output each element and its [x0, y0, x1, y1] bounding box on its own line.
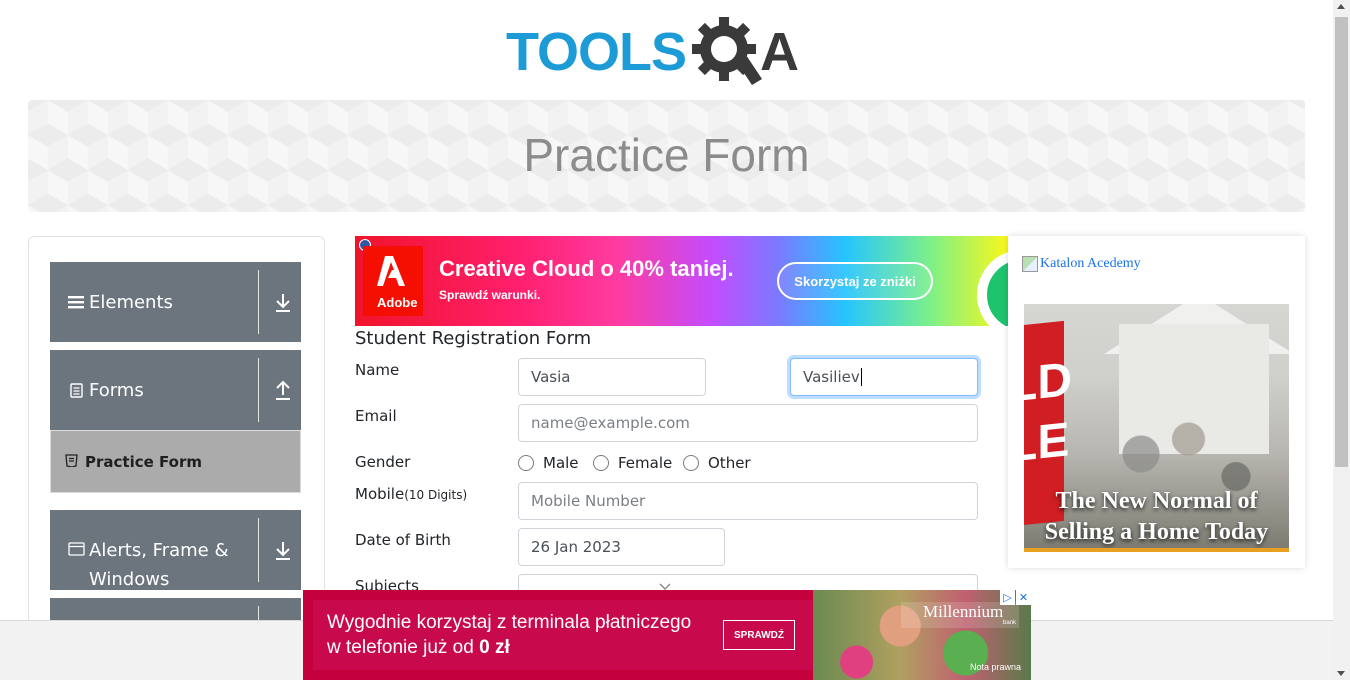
last-name-input[interactable]: Vasiliev — [790, 358, 978, 396]
legal-note-link[interactable]: Nota prawna — [970, 662, 1021, 672]
left-sidebar: Elements Forms Practice Form Alerts, Fra… — [28, 236, 325, 636]
text-caret — [860, 368, 862, 386]
radio-circle[interactable] — [518, 455, 534, 471]
ad-ring-graphic — [977, 250, 1008, 326]
radio-label: Other — [708, 454, 751, 472]
logo-text-tools: TOOLS — [506, 22, 687, 82]
mobile-hint: (10 Digits) — [404, 488, 468, 502]
page-scrollbar[interactable] — [1333, 0, 1350, 680]
dob-input[interactable]: 26 Jan 2023 — [518, 528, 725, 566]
first-name-input[interactable]: Vasia — [518, 358, 706, 396]
name-label: Name — [355, 361, 400, 379]
window-icon — [67, 542, 85, 556]
logo-text-a: A — [760, 22, 800, 82]
adobe-label: Adobe — [377, 295, 418, 310]
scroll-thumb[interactable] — [1335, 17, 1348, 467]
toolsqa-logo[interactable]: TOOLS A — [506, 14, 799, 90]
photo-strip — [1024, 548, 1289, 552]
divider — [258, 518, 259, 582]
radio-label: Male — [543, 454, 579, 472]
hamburger-icon — [67, 295, 85, 309]
adchoices-icon[interactable]: ▷ — [1000, 590, 1015, 605]
gender-label: Gender — [355, 453, 411, 471]
millennium-ad[interactable]: Wygodnie korzystaj z terminala płatnicze… — [303, 590, 1031, 680]
form-title: Student Registration Form — [355, 328, 592, 349]
document-icon — [67, 382, 85, 398]
caption-line-2: Selling a Home Today — [1044, 519, 1269, 545]
email-label: Email — [355, 407, 397, 425]
download-arrow-icon[interactable] — [274, 540, 292, 562]
mobile-label: Mobile(10 Digits) — [355, 485, 467, 503]
ad-text-line-1: Wygodnie korzystaj z terminala płatnicze… — [327, 612, 692, 633]
sidebar-group-alerts[interactable]: Alerts, Frame & Windows — [50, 510, 301, 590]
scroll-up-arrow-icon[interactable] — [1337, 4, 1345, 9]
mobile-input[interactable]: Mobile Number — [518, 482, 978, 520]
katalon-ad[interactable]: Katalon Acedemy LD LE The New Normal of S… — [1008, 236, 1305, 568]
radio-label: Female — [618, 454, 673, 472]
divider — [258, 270, 259, 334]
page-banner: Practice Form — [28, 100, 1305, 212]
sidebar-item-label: Practice Form — [85, 452, 202, 471]
ad-title: Creative Cloud o 40% taniej. — [439, 256, 734, 281]
last-name-value: Vasiliev — [803, 368, 860, 386]
ad-photo[interactable]: LD LE The New Normal of Selling a Home To… — [1024, 304, 1289, 552]
dob-label: Date of Birth — [355, 531, 451, 549]
sidebar-item-practice-form[interactable]: Practice Form — [50, 430, 301, 493]
close-icon[interactable]: ✕ — [1016, 590, 1031, 605]
adobe-logo: Adobe — [363, 246, 423, 316]
download-arrow-icon[interactable] — [274, 292, 292, 314]
gender-radio-male[interactable]: Male — [518, 454, 579, 472]
mobile-label-text: Mobile — [355, 485, 405, 503]
sidebar-group-label: Alerts, Frame & Windows — [89, 540, 229, 590]
ad-cta-button[interactable]: Skorzystaj ze zniżki — [777, 262, 933, 300]
radio-circle[interactable] — [683, 455, 699, 471]
millennium-bank-label: bank — [1003, 620, 1017, 626]
gear-icon — [690, 15, 764, 89]
ad-photo-caption: The New Normal of Selling a Home Today — [1024, 486, 1289, 548]
gender-radio-female[interactable]: Female — [593, 454, 672, 472]
sidebar-group-label: Forms — [89, 379, 144, 401]
upload-arrow-icon[interactable] — [274, 380, 292, 402]
adobe-ad-banner[interactable]: Adobe Creative Cloud o 40% taniej. Spraw… — [355, 236, 1008, 326]
form-icon — [65, 452, 78, 471]
scroll-down-arrow-icon[interactable] — [1337, 671, 1345, 676]
ad-subtitle: Sprawdź warunki. — [439, 288, 541, 302]
sale-sign-text: LD LE — [1024, 353, 1072, 473]
caption-line-1: The New Normal of — [1055, 488, 1258, 514]
ad-sprawdz-button[interactable]: SPRAWDŹ — [723, 620, 795, 650]
radio-circle[interactable] — [593, 455, 609, 471]
divider — [258, 358, 259, 422]
sidebar-group-forms[interactable]: Forms — [50, 350, 301, 430]
ad-text-line-2: w telefonie już od 0 zł — [327, 635, 691, 660]
sidebar-group-elements[interactable]: Elements — [50, 262, 301, 342]
gender-radio-other[interactable]: Other — [683, 454, 751, 472]
ad-text-line-2-prefix: w telefonie już od — [327, 637, 480, 658]
sidebar-group-label: Elements — [89, 291, 173, 313]
ad-text-price: 0 zł — [479, 637, 510, 658]
page-title: Practice Form — [523, 129, 810, 181]
katalon-link-text: Katalon Acedemy — [1040, 256, 1141, 271]
email-input[interactable]: name@example.com — [518, 404, 978, 442]
millennium-logo: Millennium — [901, 602, 1019, 628]
katalon-ad-link[interactable]: Katalon Acedemy — [1022, 256, 1141, 272]
broken-image-icon — [1022, 256, 1038, 272]
ad-text: Wygodnie korzystaj z terminala płatnicze… — [327, 610, 691, 660]
